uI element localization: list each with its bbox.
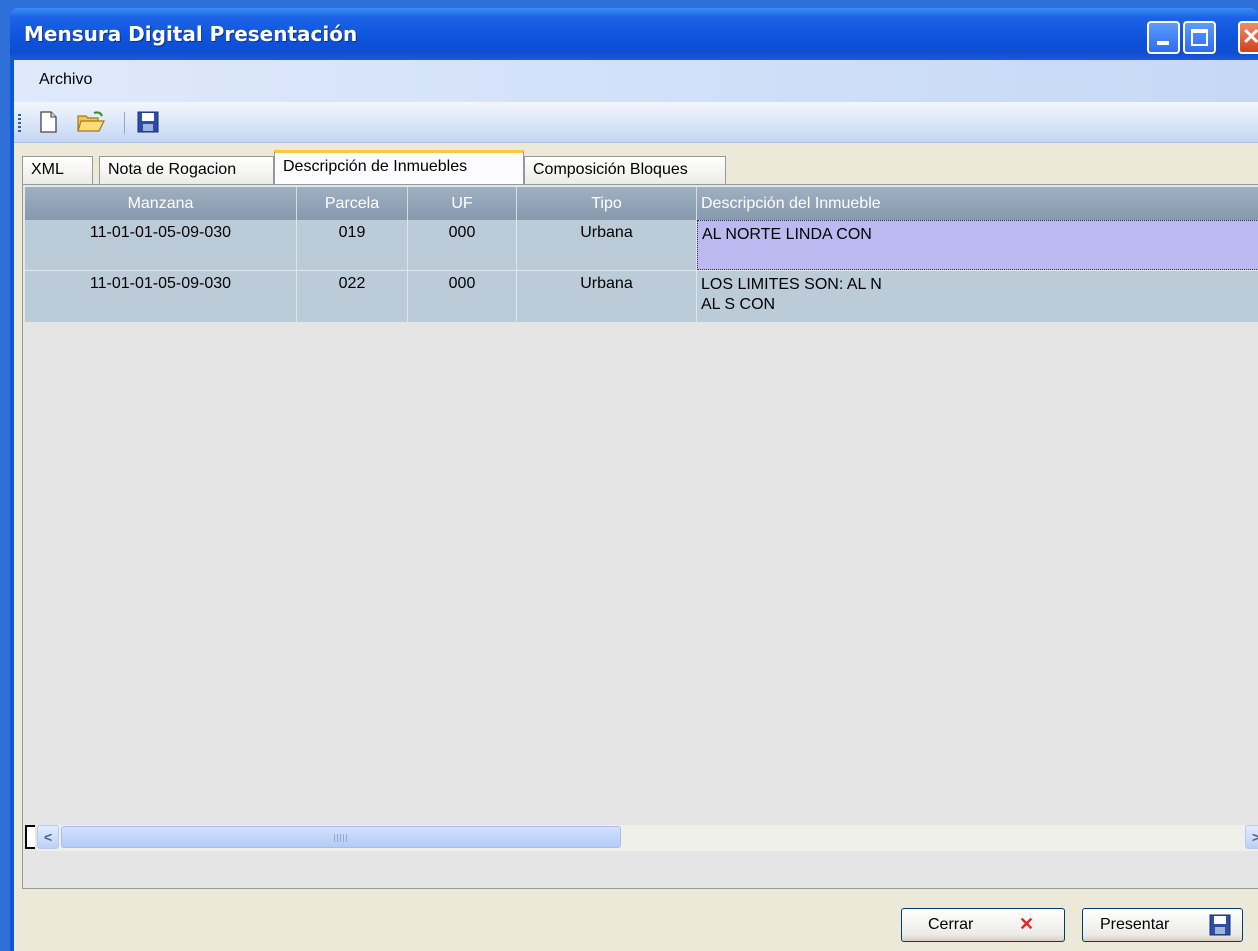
tab-descripcion-de-inmuebles[interactable]: Descripción de Inmuebles — [274, 150, 524, 184]
cerrar-label: Cerrar — [928, 916, 974, 933]
save-icon — [137, 111, 159, 133]
column-header-manzana[interactable]: Manzana — [25, 187, 297, 220]
table-row[interactable]: 11-01-01-05-09-030 022 000 Urbana LOS LI… — [25, 271, 1258, 322]
tab-panel: Manzana Parcela UF Tipo Descripción del … — [22, 184, 1258, 889]
cell-uf[interactable]: 000 — [408, 220, 517, 270]
title-bar[interactable]: Mensura Digital Presentación ✕ — [10, 8, 1258, 60]
scroll-right-button[interactable]: > — [1245, 825, 1258, 849]
table-row[interactable]: 11-01-01-05-09-030 019 000 Urbana AL NOR… — [25, 220, 1258, 270]
save-icon — [1209, 914, 1231, 941]
close-window-button[interactable]: ✕ — [1238, 21, 1258, 54]
cell-manzana[interactable]: 11-01-01-05-09-030 — [25, 271, 297, 322]
grid-header: Manzana Parcela UF Tipo Descripción del … — [25, 187, 1258, 220]
tab-composicion-bloques[interactable]: Composición Bloques — [524, 156, 726, 184]
row-header-marker — [25, 825, 35, 849]
cell-parcela[interactable]: 019 — [297, 220, 408, 270]
toolbar-grip[interactable] — [18, 114, 21, 134]
cell-descripcion-line: LOS LIMITES SON: AL N — [701, 276, 882, 293]
menu-bar: Archivo — [14, 60, 1258, 102]
cell-parcela[interactable]: 022 — [297, 271, 408, 322]
main-window: Mensura Digital Presentación ✕ Archivo X… — [10, 8, 1258, 951]
column-header-tipo[interactable]: Tipo — [517, 187, 697, 220]
presentar-label: Presentar — [1100, 916, 1170, 933]
column-header-parcela[interactable]: Parcela — [297, 187, 408, 220]
open-folder-icon — [77, 111, 105, 132]
panel-divider — [22, 888, 1258, 889]
presentar-button[interactable]: Presentar — [1082, 908, 1243, 942]
chevron-left-icon: < — [44, 829, 53, 845]
scroll-thumb[interactable] — [61, 826, 621, 848]
new-document-icon — [40, 111, 57, 133]
window-client-area: Archivo XML Nota de Rogacion Descripción… — [14, 60, 1258, 951]
scroll-grip-icon — [334, 834, 348, 842]
minimize-button[interactable] — [1147, 21, 1180, 54]
menu-archivo[interactable]: Archivo — [39, 71, 92, 89]
close-icon: ✕ — [1242, 24, 1258, 49]
toolbar-separator — [124, 112, 125, 134]
tab-xml[interactable]: XML — [22, 156, 93, 184]
column-header-uf[interactable]: UF — [408, 187, 517, 220]
cell-manzana[interactable]: 11-01-01-05-09-030 — [25, 220, 297, 270]
toolbar — [14, 102, 1258, 143]
column-header-descripcion[interactable]: Descripción del Inmueble — [697, 187, 1258, 220]
window-title: Mensura Digital Presentación — [24, 22, 358, 46]
maximize-icon — [1191, 29, 1208, 46]
save-button[interactable] — [136, 110, 160, 134]
cell-descripcion-selected[interactable]: AL NORTE LINDA CON — [697, 220, 1258, 270]
cell-descripcion-line: AL S CON — [701, 296, 776, 313]
cell-uf[interactable]: 000 — [408, 271, 517, 322]
new-document-button[interactable] — [36, 110, 60, 134]
cell-tipo[interactable]: Urbana — [517, 271, 697, 322]
horizontal-scrollbar[interactable]: < > — [37, 825, 1258, 851]
tab-strip: XML Nota de Rogacion Descripción de Inmu… — [14, 150, 1258, 184]
cell-tipo[interactable]: Urbana — [517, 220, 697, 270]
cell-descripcion[interactable]: LOS LIMITES SON: AL N AL S CON — [697, 271, 1258, 322]
chevron-right-icon: > — [1252, 829, 1258, 845]
tab-nota-de-rogacion[interactable]: Nota de Rogacion — [99, 156, 274, 184]
scroll-left-button[interactable]: < — [37, 825, 59, 849]
close-x-icon: ✕ — [1019, 914, 1035, 934]
open-button[interactable] — [76, 110, 106, 134]
minimize-icon — [1157, 41, 1169, 45]
maximize-button[interactable] — [1183, 21, 1216, 54]
cerrar-button[interactable]: Cerrar ✕ — [901, 908, 1065, 942]
